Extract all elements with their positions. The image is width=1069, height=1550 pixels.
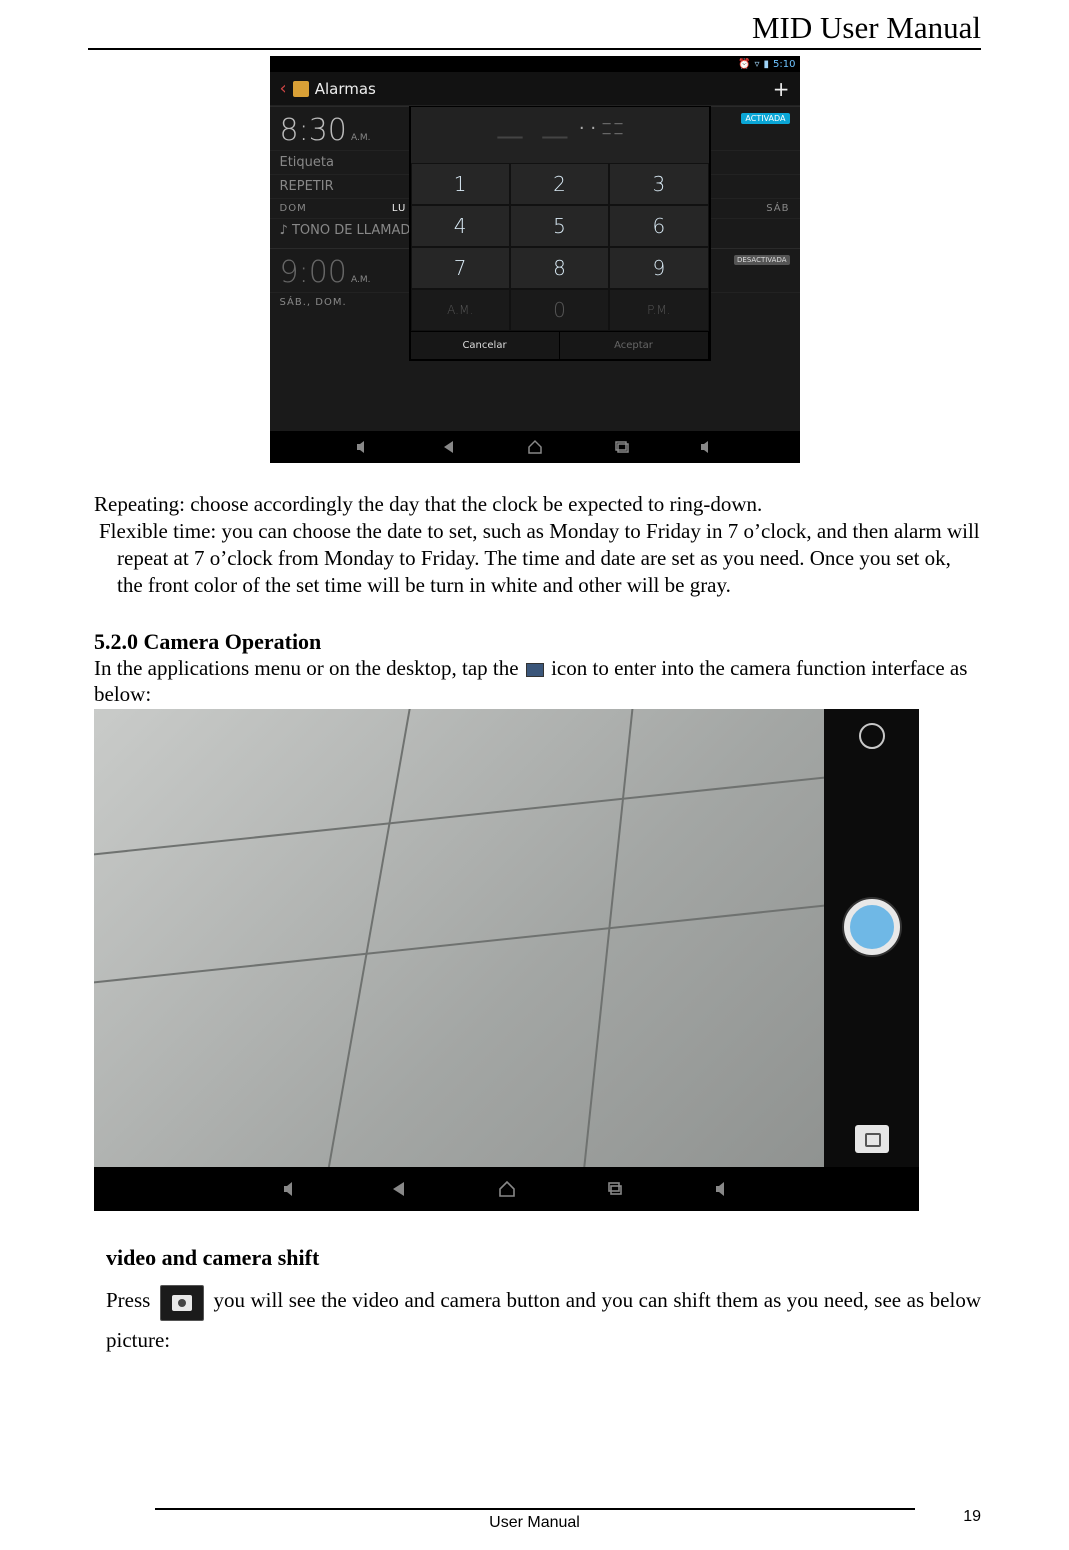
camera-app-icon: [526, 663, 544, 677]
wifi-status-icon: ▿: [754, 59, 759, 70]
camera-viewfinder: [94, 709, 919, 1167]
shift-press: Press: [106, 1288, 156, 1312]
running-header: MID User Manual: [88, 10, 981, 48]
key-6[interactable]: 6: [609, 205, 708, 247]
add-alarm-button[interactable]: +: [773, 77, 790, 101]
volume-icon[interactable]: [355, 439, 371, 455]
battery-status-icon: ▮: [764, 59, 770, 70]
status-time: 5:10: [773, 59, 795, 70]
day-lu[interactable]: LU: [392, 203, 406, 214]
camera-settings-icon[interactable]: [859, 723, 885, 749]
volume-icon[interactable]: [282, 1180, 300, 1198]
alarm-body: 8:30 A.M. ACTIVADA Etiqueta REPETIR DOM …: [270, 106, 800, 431]
ceiling-line: [94, 763, 919, 860]
key-pm[interactable]: P.M.: [609, 289, 708, 331]
android-nav-bar: [270, 431, 800, 463]
footer-title: User Manual: [88, 1514, 981, 1532]
alarm1-badge[interactable]: ACTIVADA: [741, 113, 789, 124]
alarm-app-icon: [293, 81, 309, 97]
home-nav-icon[interactable]: [527, 439, 543, 455]
page-footer: User Manual 19: [88, 1480, 981, 1534]
shutter-button[interactable]: [844, 899, 900, 955]
back-nav-icon[interactable]: [390, 1180, 408, 1198]
home-nav-icon[interactable]: [498, 1180, 516, 1198]
volume-icon-2[interactable]: [699, 439, 715, 455]
flexible-paragraph: Flexible time: you can choose the date t…: [94, 518, 981, 599]
min-lower: — —: [602, 129, 623, 139]
time-display: — — · · — — — —: [411, 107, 709, 163]
repetir-label: REPETIR: [280, 179, 334, 194]
page-number: 19: [963, 1508, 981, 1526]
camera-mode-icon: [160, 1285, 204, 1321]
ceiling-line: [579, 709, 634, 1167]
back-icon[interactable]: ‹: [280, 78, 287, 99]
day-dom[interactable]: DOM: [280, 203, 307, 214]
min-upper: — —: [602, 119, 623, 129]
cancel-button[interactable]: Cancelar: [411, 331, 560, 359]
camera-controls: [824, 709, 919, 1167]
key-am[interactable]: A.M.: [411, 289, 510, 331]
camera-screenshot: [94, 709, 919, 1211]
etiqueta-label: Etiqueta: [280, 155, 334, 170]
hours-placeholder: — —: [496, 119, 573, 152]
mode-switch-button[interactable]: [855, 1125, 889, 1153]
ceiling-line: [94, 891, 919, 988]
alarm-nav-title: Alarmas: [315, 80, 376, 98]
key-8[interactable]: 8: [510, 247, 609, 289]
alarm-nav-row: ‹ Alarmas +: [270, 72, 800, 106]
shift-heading: video and camera shift: [106, 1245, 981, 1271]
camera-intro: In the applications menu or on the deskt…: [94, 655, 981, 708]
time-keypad: — — · · — — — — 1 2 3 4 5 6 7: [410, 106, 710, 360]
key-9[interactable]: 9: [609, 247, 708, 289]
key-7[interactable]: 7: [411, 247, 510, 289]
accept-button[interactable]: Aceptar: [560, 331, 709, 359]
back-nav-icon[interactable]: [441, 439, 457, 455]
key-0[interactable]: 0: [510, 289, 609, 331]
key-5[interactable]: 5: [510, 205, 609, 247]
status-bar: ⏰ ▿ ▮ 5:10: [270, 56, 800, 72]
alarm2-ampm: A.M.: [351, 275, 371, 285]
alarm2-badge[interactable]: DESACTIVADA: [734, 255, 789, 265]
recent-nav-icon[interactable]: [613, 439, 629, 455]
shift-rest: you will see the video and camera button…: [106, 1288, 981, 1352]
alarm-screenshot: ⏰ ▿ ▮ 5:10 ‹ Alarmas + 8:30 A.M. ACTIVAD…: [270, 56, 800, 463]
key-3[interactable]: 3: [609, 163, 708, 205]
time-dots: · ·: [573, 120, 602, 138]
alarm2-days: SÁB., DOM.: [280, 297, 347, 308]
alarm1-time: 8:30: [280, 113, 347, 148]
android-nav-bar: [94, 1167, 919, 1211]
key-2[interactable]: 2: [510, 163, 609, 205]
header-rule: [88, 48, 981, 50]
key-1[interactable]: 1: [411, 163, 510, 205]
alarm-status-icon: ⏰: [738, 59, 750, 70]
alarm2-time: 9:00: [280, 255, 347, 290]
day-sab[interactable]: SÁB: [766, 203, 789, 214]
volume-icon-2[interactable]: [714, 1180, 732, 1198]
ceiling-line: [323, 709, 412, 1167]
shift-paragraph: Press you will see the video and camera …: [106, 1281, 981, 1361]
alarm1-ampm: A.M.: [351, 133, 371, 143]
camera-intro-before: In the applications menu or on the deskt…: [94, 656, 524, 680]
tono-label: TONO DE LLAMADA: [292, 223, 419, 238]
footer-rule: [155, 1508, 915, 1510]
repeating-paragraph: Repeating: choose accordingly the day th…: [94, 491, 981, 518]
camera-heading: 5.2.0 Camera Operation: [94, 629, 981, 655]
key-4[interactable]: 4: [411, 205, 510, 247]
recent-nav-icon[interactable]: [606, 1180, 624, 1198]
